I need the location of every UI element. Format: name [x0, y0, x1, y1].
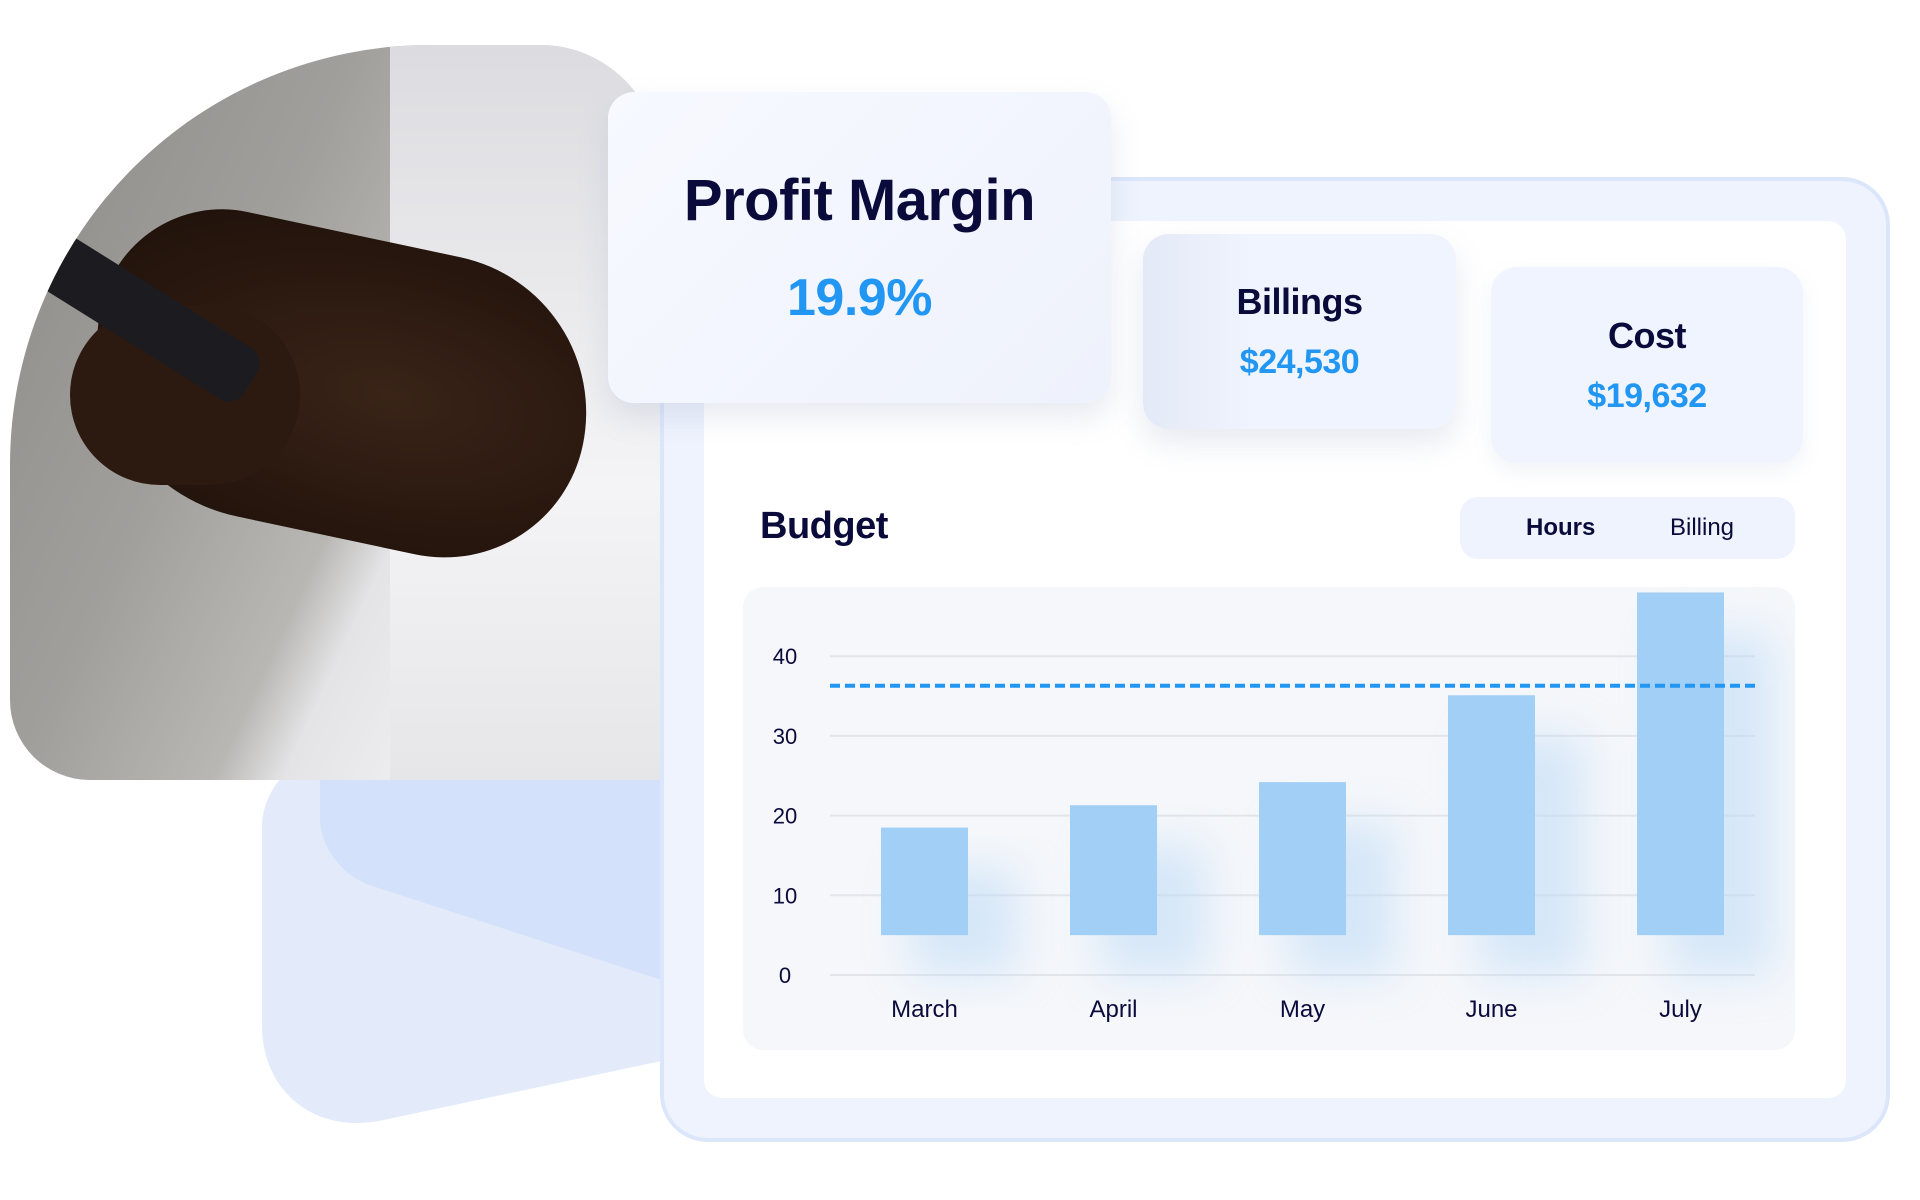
toggle-hours[interactable]: Hours — [1526, 514, 1595, 542]
profit-margin-card: Profit Margin 19.9% — [608, 92, 1111, 403]
budget-title: Budget — [760, 505, 888, 547]
billings-card: Billings $24,530 — [1143, 234, 1456, 429]
billings-title: Billings — [1236, 281, 1363, 322]
toggle-billing[interactable]: Billing — [1670, 514, 1734, 542]
bar — [881, 827, 968, 936]
x-category-label: March — [891, 996, 958, 1023]
hero-photo-hands-phone — [10, 45, 660, 780]
x-category-label: June — [1465, 996, 1517, 1023]
y-tick-label: 30 — [773, 724, 797, 749]
y-tick-label: 40 — [773, 644, 797, 669]
cost-card: Cost $19,632 — [1491, 267, 1803, 463]
y-tick-label: 20 — [773, 804, 797, 829]
x-category-label: July — [1659, 996, 1702, 1023]
budget-chart: 0 10 20 30 40 March April May June July — [743, 587, 1795, 1050]
cost-value: $19,632 — [1587, 376, 1707, 415]
y-tick-label: 0 — [779, 963, 791, 988]
profit-margin-value: 19.9% — [787, 269, 932, 327]
cost-title: Cost — [1608, 314, 1687, 356]
billings-value: $24,530 — [1239, 343, 1360, 381]
x-category-label: May — [1280, 996, 1325, 1023]
y-tick-label: 10 — [773, 883, 797, 908]
bar — [1637, 592, 1724, 936]
x-category-label: April — [1089, 996, 1137, 1023]
profit-margin-title: Profit Margin — [683, 168, 1036, 233]
hours-billing-toggle: Hours Billing — [1460, 497, 1795, 559]
bar — [1070, 805, 1157, 936]
bar — [1259, 782, 1346, 936]
bar — [1448, 695, 1535, 936]
budget-chart-svg: 0 10 20 30 40 March April May June July — [773, 592, 1774, 1023]
